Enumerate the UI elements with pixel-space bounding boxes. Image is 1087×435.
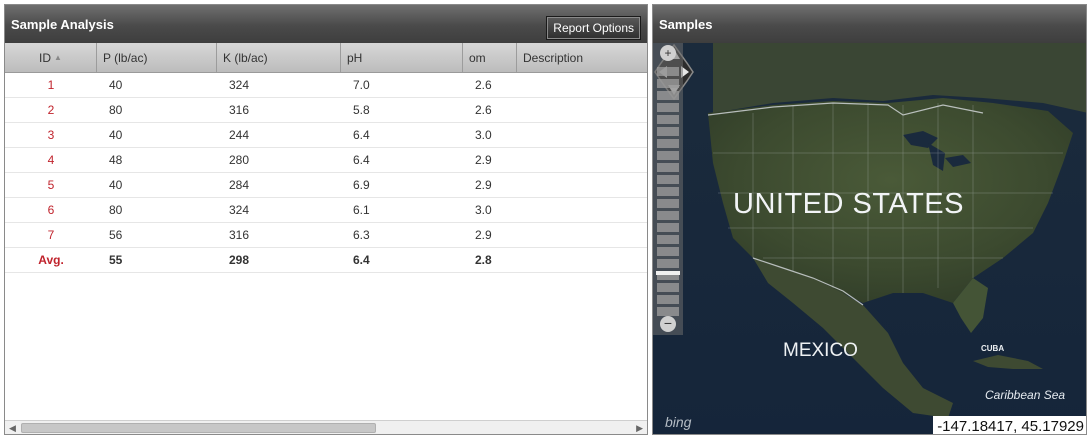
cell-id: 1 bbox=[47, 78, 55, 92]
cell-id: 2 bbox=[47, 103, 55, 117]
table-row[interactable]: 3 40 244 6.4 3.0 bbox=[5, 123, 647, 148]
cell-p: 48 bbox=[109, 153, 123, 167]
app-root: Sample Analysis Report Options ID ▲ P (l… bbox=[0, 0, 1087, 435]
cell-id: 5 bbox=[47, 178, 55, 192]
cell-ph: 6.4 bbox=[353, 153, 370, 167]
cell-ph: 5.8 bbox=[353, 103, 370, 117]
map-label-us: UNITED STATES bbox=[733, 188, 964, 220]
cell-p: 56 bbox=[109, 228, 123, 242]
column-header-description[interactable]: Description bbox=[517, 43, 647, 72]
coordinate-readout: -147.18417, 45.17929 bbox=[933, 416, 1086, 434]
cell-desc bbox=[517, 123, 647, 147]
cell-om: 2.6 bbox=[475, 103, 492, 117]
sample-analysis-header: Sample Analysis Report Options bbox=[5, 5, 647, 43]
cell-k: 298 bbox=[229, 253, 250, 267]
grid-body: 1 40 324 7.0 2.6 2 80 316 5.8 2.6 3 40 244 6.4 3.0 4 48 2… bbox=[5, 73, 647, 273]
cell-p: 40 bbox=[109, 78, 123, 92]
cell-ph: 6.9 bbox=[353, 178, 370, 192]
cell-k: 284 bbox=[229, 178, 250, 192]
cell-om: 3.0 bbox=[475, 128, 492, 142]
cell-k: 316 bbox=[229, 103, 250, 117]
cell-id: 6 bbox=[47, 203, 55, 217]
average-row[interactable]: Avg. 55 298 6.4 2.8 bbox=[5, 248, 647, 273]
report-options-button[interactable]: Report Options bbox=[546, 16, 641, 40]
table-row[interactable]: 6 80 324 6.1 3.0 bbox=[5, 198, 647, 223]
cell-k: 324 bbox=[229, 203, 250, 217]
column-header-p[interactable]: P (lb/ac) bbox=[97, 43, 217, 72]
column-header-label: ID bbox=[39, 50, 52, 65]
cell-om: 2.9 bbox=[475, 153, 492, 167]
cell-k: 244 bbox=[229, 128, 250, 142]
cell-om: 2.6 bbox=[475, 78, 492, 92]
cell-om: 2.9 bbox=[475, 228, 492, 242]
panel-title: Samples bbox=[659, 16, 713, 32]
cell-ph: 6.4 bbox=[353, 253, 370, 267]
sample-analysis-panel: Sample Analysis Report Options ID ▲ P (l… bbox=[4, 4, 648, 435]
bing-logo: bing bbox=[665, 414, 692, 430]
satellite-map: UNITED STATES MEXICO CUBA Caribbean Sea bbox=[653, 43, 1086, 434]
table-row[interactable]: 5 40 284 6.9 2.9 bbox=[5, 173, 647, 198]
cell-p: 80 bbox=[109, 103, 123, 117]
map-view[interactable]: UNITED STATES MEXICO CUBA Caribbean Sea … bbox=[653, 43, 1086, 434]
cell-ph: 7.0 bbox=[353, 78, 370, 92]
cell-id: 4 bbox=[47, 153, 55, 167]
scrollbar-thumb[interactable] bbox=[21, 423, 376, 433]
map-label-caribbean: Caribbean Sea bbox=[985, 388, 1065, 402]
cell-p: 55 bbox=[109, 253, 123, 267]
grid-header: ID ▲ P (lb/ac) K (lb/ac) pH om Descripti… bbox=[5, 43, 647, 73]
cell-id: 7 bbox=[47, 228, 55, 242]
cell-desc bbox=[517, 248, 647, 272]
zoom-slider[interactable]: + − bbox=[653, 43, 683, 335]
column-header-ph[interactable]: pH bbox=[341, 43, 463, 72]
cell-om: 2.8 bbox=[475, 253, 492, 267]
cell-desc bbox=[517, 198, 647, 222]
zoom-handle[interactable] bbox=[656, 271, 680, 275]
map-label-cuba: CUBA bbox=[981, 344, 1004, 353]
column-header-om[interactable]: om bbox=[463, 43, 517, 72]
table-row[interactable]: 2 80 316 5.8 2.6 bbox=[5, 98, 647, 123]
horizontal-scrollbar[interactable]: ◀ ▶ bbox=[5, 420, 647, 434]
table-row[interactable]: 1 40 324 7.0 2.6 bbox=[5, 73, 647, 98]
cell-ph: 6.3 bbox=[353, 228, 370, 242]
scroll-right-icon[interactable]: ▶ bbox=[636, 423, 643, 434]
cell-k: 316 bbox=[229, 228, 250, 242]
cell-p: 40 bbox=[109, 178, 123, 192]
samples-header: Samples bbox=[653, 5, 1086, 43]
table-row[interactable]: 4 48 280 6.4 2.9 bbox=[5, 148, 647, 173]
cell-desc bbox=[517, 148, 647, 172]
table-row[interactable]: 7 56 316 6.3 2.9 bbox=[5, 223, 647, 248]
svg-text:−: − bbox=[664, 315, 672, 331]
cell-desc bbox=[517, 73, 647, 97]
cell-id: 3 bbox=[47, 128, 55, 142]
cell-desc bbox=[517, 173, 647, 197]
column-header-id[interactable]: ID ▲ bbox=[5, 43, 97, 72]
cell-k: 280 bbox=[229, 153, 250, 167]
cell-p: 40 bbox=[109, 128, 123, 142]
column-header-k[interactable]: K (lb/ac) bbox=[217, 43, 341, 72]
cell-om: 2.9 bbox=[475, 178, 492, 192]
map-label-mexico: MEXICO bbox=[783, 340, 858, 361]
cell-ph: 6.1 bbox=[353, 203, 370, 217]
cell-id: Avg. bbox=[38, 253, 64, 267]
cell-desc bbox=[517, 98, 647, 122]
scroll-left-icon[interactable]: ◀ bbox=[9, 423, 16, 434]
cell-ph: 6.4 bbox=[353, 128, 370, 142]
svg-text:+: + bbox=[664, 46, 671, 60]
samples-panel: Samples UNITED STATES MEXICO CUBA Caribb… bbox=[652, 4, 1087, 435]
panel-title: Sample Analysis bbox=[11, 16, 114, 32]
cell-desc bbox=[517, 223, 647, 247]
cell-p: 80 bbox=[109, 203, 123, 217]
cell-om: 3.0 bbox=[475, 203, 492, 217]
sort-ascending-icon: ▲ bbox=[54, 53, 62, 62]
cell-k: 324 bbox=[229, 78, 250, 92]
